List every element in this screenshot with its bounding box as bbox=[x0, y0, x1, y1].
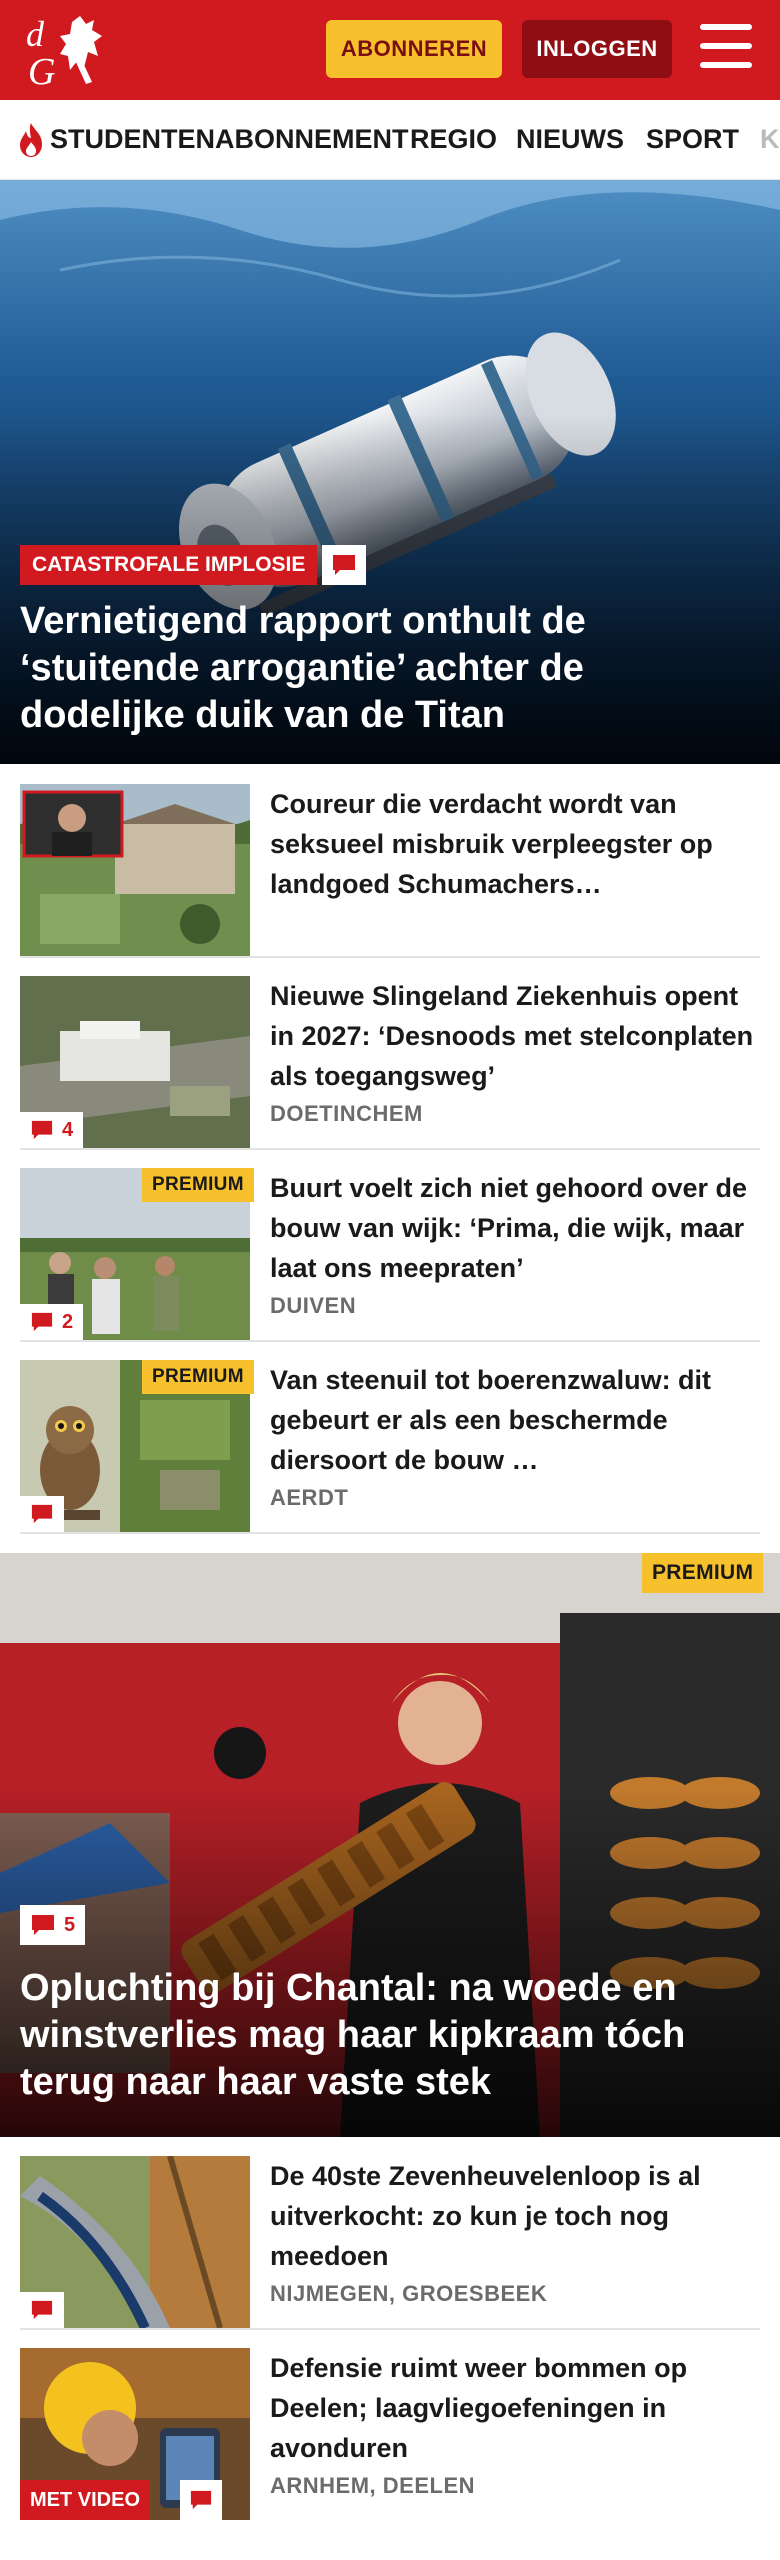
comment-icon bbox=[31, 1312, 53, 1332]
comment-icon bbox=[31, 2300, 53, 2320]
nav-item-nieuws[interactable]: NIEUWS bbox=[516, 100, 624, 178]
article-location: AERDT bbox=[270, 1485, 349, 1510]
article-location: DUIVEN bbox=[270, 1293, 357, 1318]
hero-title[interactable]: Vernietigend rapport onthult de ‘stuiten… bbox=[20, 598, 740, 739]
site-logo[interactable]: d G bbox=[22, 12, 122, 93]
premium-badge: PREMIUM bbox=[142, 1168, 254, 1202]
comment-icon bbox=[32, 1915, 54, 1935]
comment-count: 2 bbox=[62, 1310, 74, 1333]
subscribe-button[interactable]: ABONNEREN bbox=[326, 20, 502, 78]
article-location: ARNHEM, DEELEN bbox=[270, 2473, 476, 2498]
comment-icon bbox=[180, 2480, 222, 2520]
article-location: NIJMEGEN, GROESBEEK bbox=[270, 2281, 548, 2306]
comment-count-badge: 4 bbox=[20, 1112, 84, 1148]
comment-icon bbox=[31, 1120, 53, 1140]
comment-count-badge: 2 bbox=[20, 1304, 84, 1340]
list-item[interactable]: 4 Nieuwe Slingeland Ziekenhuis opent in … bbox=[20, 976, 760, 1150]
svg-text:d: d bbox=[26, 14, 45, 54]
hero-kicker: CATASTROFALE IMPLOSIE bbox=[20, 545, 318, 585]
article-location: DOETINCHEM bbox=[270, 1101, 423, 1126]
comment-icon bbox=[322, 545, 366, 585]
comment-count-badge bbox=[20, 2292, 64, 2328]
premium-badge: PREMIUM bbox=[142, 1360, 254, 1394]
video-badge: MET VIDEO bbox=[20, 2480, 151, 2520]
nav-item-more[interactable]: K bbox=[760, 100, 780, 178]
hero-article-chantal[interactable]: PREMIUM 5 Opluchting bij Chantal: na woe… bbox=[0, 1553, 780, 2137]
list-item[interactable]: De 40ste Zevenheuvelenloop is al uitverk… bbox=[20, 2156, 760, 2330]
comment-count: 4 bbox=[62, 1118, 74, 1141]
premium-badge: PREMIUM bbox=[642, 1553, 764, 1593]
comment-count: 5 bbox=[64, 1913, 76, 1936]
article-title[interactable]: Nieuwe Slingeland Ziekenhuis opent in 20… bbox=[270, 976, 760, 1096]
comment-icon bbox=[31, 1504, 53, 1524]
list-item[interactable]: PREMIUM 2 Buurt voelt zich niet gehoord … bbox=[20, 1168, 760, 1342]
nav-item-studentenabonnement[interactable]: STUDENTENABONNEMENT bbox=[50, 100, 409, 178]
article-title[interactable]: De 40ste Zevenheuvelenloop is al uitverk… bbox=[270, 2156, 760, 2276]
category-nav: STUDENTENABONNEMENT REGIO NIEUWS SPORT K bbox=[0, 100, 780, 180]
menu-icon[interactable] bbox=[700, 24, 752, 70]
list-item[interactable]: MET VIDEO Defensie ruimt weer bommen op … bbox=[20, 2348, 760, 2520]
login-button[interactable]: INLOGGEN bbox=[522, 20, 672, 78]
svg-text:G: G bbox=[28, 51, 55, 90]
hero-article-titan[interactable]: CATASTROFALE IMPLOSIE Vernietigend rappo… bbox=[0, 180, 780, 764]
site-header: d G ABONNEREN INLOGGEN bbox=[0, 0, 780, 100]
list-item[interactable]: Coureur die verdacht wordt van seksueel … bbox=[20, 784, 760, 958]
nav-item-regio[interactable]: REGIO bbox=[410, 100, 497, 178]
article-title[interactable]: Defensie ruimt weer bommen op Deelen; la… bbox=[270, 2348, 760, 2468]
article-title[interactable]: Van steenuil tot boerenzwaluw: dit gebeu… bbox=[270, 1360, 760, 1480]
nav-item-sport[interactable]: SPORT bbox=[646, 100, 739, 178]
article-thumbnail bbox=[20, 784, 250, 956]
list-item[interactable]: PREMIUM Van steenuil tot boerenzwaluw: d… bbox=[20, 1360, 760, 1534]
comment-count-badge: 5 bbox=[20, 1905, 86, 1945]
hero-title[interactable]: Opluchting bij Chantal: na woede en wins… bbox=[20, 1965, 760, 2106]
article-title[interactable]: Buurt voelt zich niet gehoord over de bo… bbox=[270, 1168, 760, 1288]
article-title[interactable]: Coureur die verdacht wordt van seksueel … bbox=[270, 784, 760, 904]
flame-icon bbox=[20, 123, 42, 157]
comment-count-badge bbox=[20, 1496, 64, 1532]
